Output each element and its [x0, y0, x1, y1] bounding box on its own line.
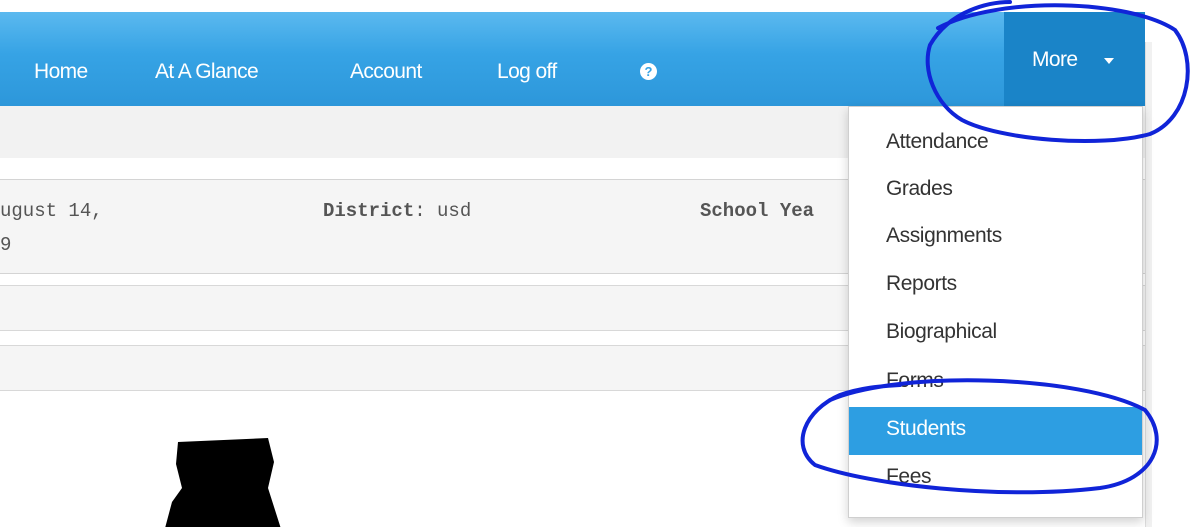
page: Home At A Glance Account Log off ? More …	[0, 0, 1195, 527]
menu-item-students[interactable]: Students	[849, 407, 1142, 455]
district-value: usd	[437, 200, 472, 222]
nav-at-a-glance-link[interactable]: At A Glance	[155, 60, 259, 84]
more-menu-button[interactable]: More	[1004, 12, 1145, 106]
menu-item-fees[interactable]: Fees	[849, 455, 1142, 503]
more-menu-label: More	[1032, 48, 1078, 71]
menu-item-biographical[interactable]: Biographical	[849, 310, 1142, 358]
date-text-line1: ugust 14,	[0, 200, 103, 222]
date-text-line2: 9	[0, 234, 12, 256]
district-label: District	[323, 200, 415, 222]
nav-log-off-link[interactable]: Log off	[497, 60, 557, 84]
question-circle-icon[interactable]: ?	[640, 63, 657, 80]
top-navbar: Home At A Glance Account Log off ?	[0, 12, 1145, 106]
menu-item-assignments[interactable]: Assignments	[849, 214, 1142, 262]
menu-item-reports[interactable]: Reports	[849, 262, 1142, 310]
caret-down-icon	[1104, 58, 1114, 64]
district-field: District: usd	[323, 200, 471, 222]
menu-item-grades[interactable]: Grades	[849, 167, 1142, 215]
school-year-label: School Yea	[700, 200, 815, 222]
redacted-scribble	[165, 438, 281, 527]
district-separator: :	[414, 200, 426, 222]
page-right-edge	[1145, 42, 1152, 527]
menu-item-attendance[interactable]: Attendance	[849, 120, 1142, 168]
nav-account-link[interactable]: Account	[350, 60, 422, 84]
more-dropdown-menu: Attendance Grades Assignments Reports Bi…	[848, 106, 1143, 518]
nav-home-link[interactable]: Home	[34, 60, 88, 84]
menu-item-forms[interactable]: Forms	[849, 359, 1142, 407]
